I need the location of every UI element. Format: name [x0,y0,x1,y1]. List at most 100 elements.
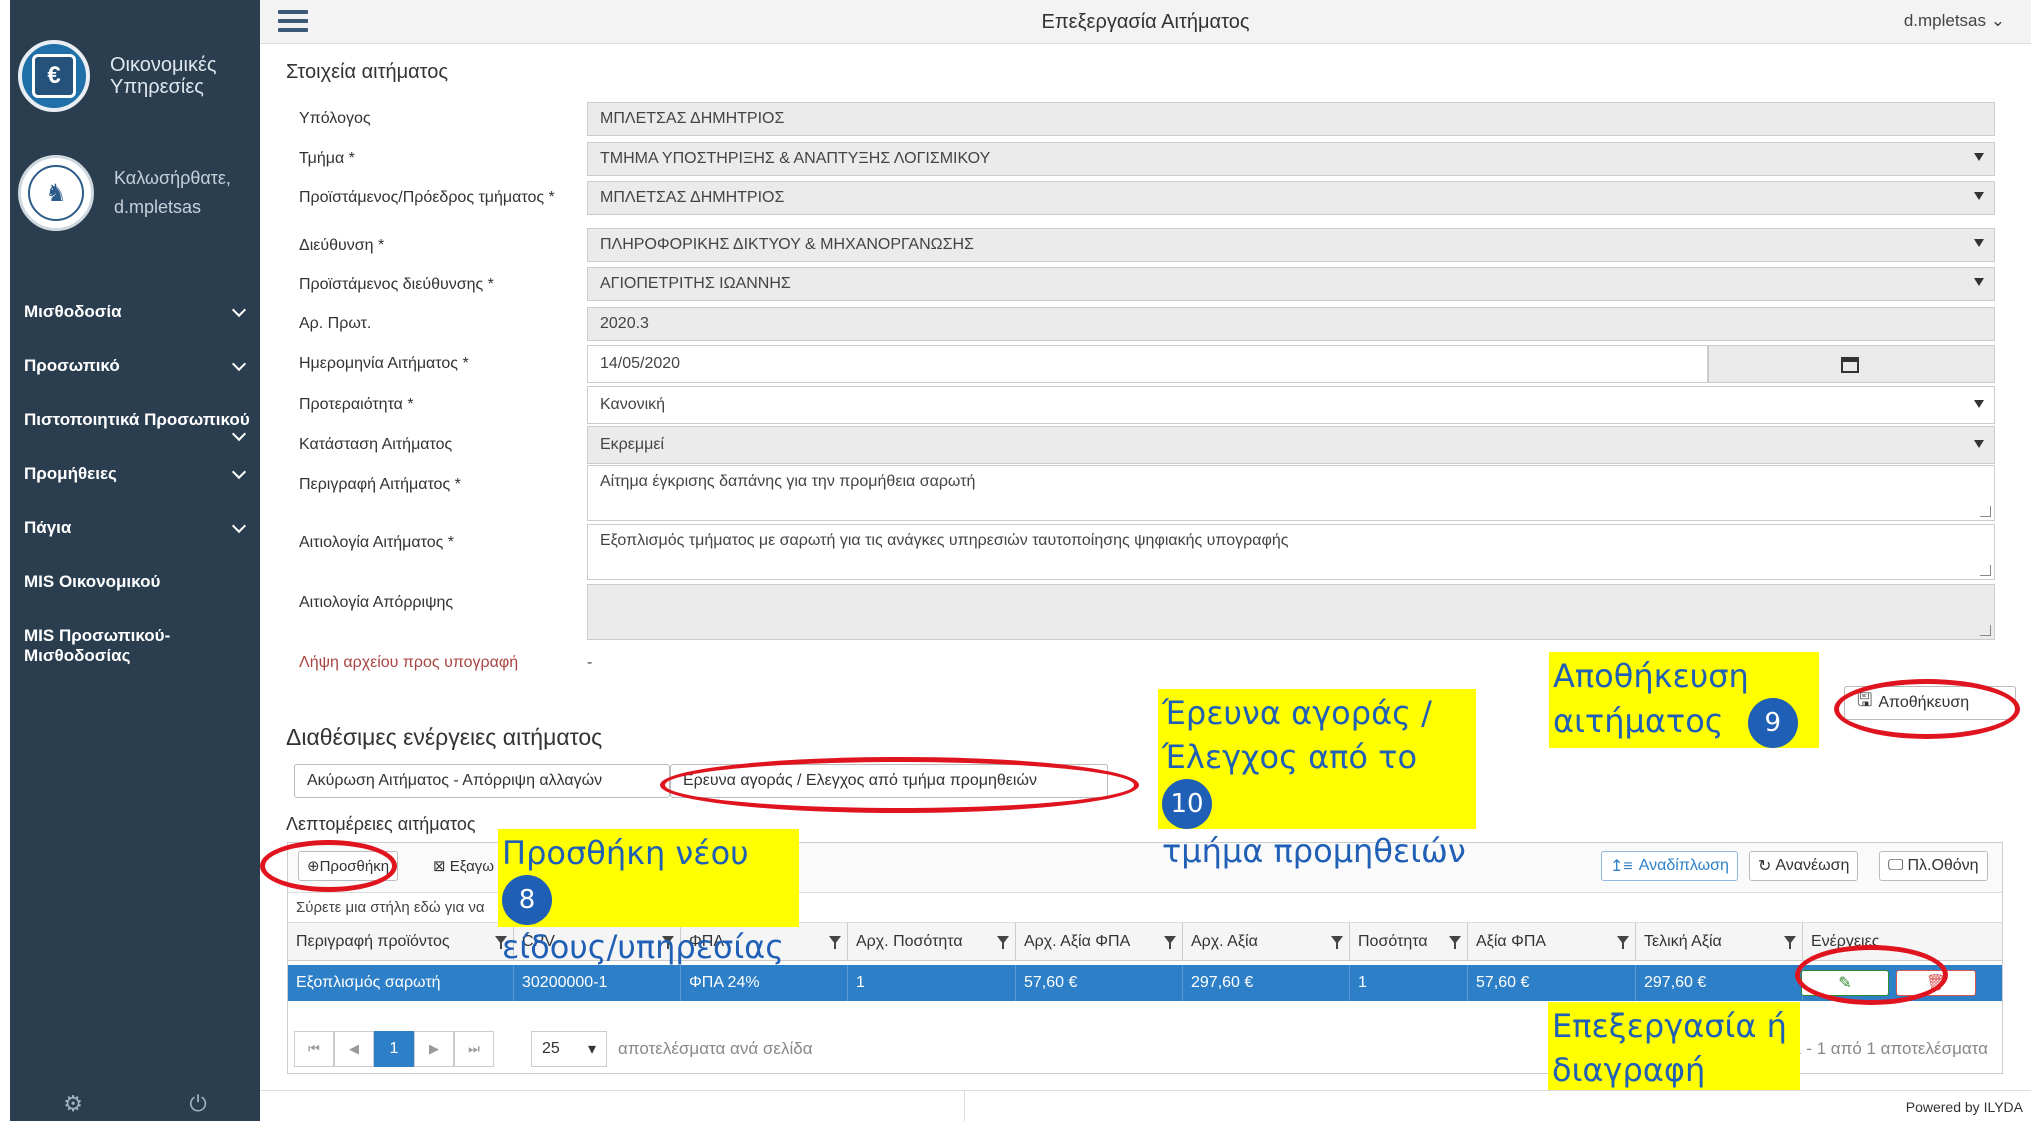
table-cell: 297,60 € [1636,965,1803,1001]
user-menu[interactable]: d.mpletsas ⌄ [1904,11,2005,31]
label-request-date: Ημερομηνία Αιτήματος * [299,355,469,372]
table-cell: 30200000-1 [514,965,681,1001]
column-header[interactable]: Αρχ. Αξία [1183,923,1350,961]
sidebar-item-label: Προσωπικό [24,356,120,375]
previous-page-button[interactable]: ◀ [334,1031,374,1067]
top-bar: Επεξεργασία Αιτήματος d.mpletsas ⌄ [260,0,2031,44]
chevron-down-icon [231,518,247,534]
label-protocol-number: Αρ. Πρωτ. [299,315,372,332]
sidebar-item-mis-financial[interactable]: MIS Οικονομικού [10,555,260,609]
chevron-down-icon [231,302,247,318]
column-header[interactable]: Περιγραφή προϊόντος [288,923,514,961]
table-row[interactable]: Εξοπλισμός σαρωτή 30200000-1 ΦΠΑ 24% 1 5… [288,965,2002,1001]
label-rejection-reason: Αιτιολογία Απόρριψης [299,594,454,611]
annotation-edit-delete: Επεξεργασία ή διαγραφή [1548,1002,1800,1098]
caret-down-icon [1974,239,1984,247]
sidebar-footer: ⚙ ⏻ [10,1087,260,1121]
label-directorate-head: Προϊστάμενος διεύθυνσης * [299,276,494,293]
excel-icon: ⊠ [433,858,450,875]
directorate-head-select[interactable]: ΑΓΙΟΠΕΤΡΙΤΗΣ ΙΩΑΝΝΗΣ [587,267,1995,301]
caret-down-icon [1974,192,1984,200]
head-of-department-select[interactable]: ΜΠΛΕΤΣΑΣ ΔΗΜΗΤΡΙΟΣ [587,181,1995,215]
label-request-justification: Αιτιολογία Αιτήματος * [299,534,455,551]
wrap-button[interactable]: ↥≡ Αναδίπλωση [1601,851,1738,881]
directorate-select[interactable]: ΠΛΗΡΟΦΟΡΙΚΗΣ ΔΙΚΤΥΟΥ & ΜΗΧΑΝΟΡΓΑΝΩΣΗΣ [587,228,1995,262]
column-header[interactable]: Τελική Αξία [1636,923,1803,961]
sidebar-nav: Μισθοδοσία Προσωπικό Πιστοποιητικά Προσω… [10,285,260,681]
sidebar-item-procurement[interactable]: Προμήθειες [10,447,260,501]
results-summary: 1 - 1 από 1 αποτελέσματα [1792,1039,1988,1058]
request-description-textarea[interactable]: Αίτημα έγκρισης δαπάνης για την προμήθει… [587,465,1995,521]
sidebar-item-personnel[interactable]: Προσωπικό [10,339,260,393]
column-header[interactable]: Αξία ΦΠΑ [1468,923,1636,961]
euro-laptop-icon: € [32,54,76,98]
highlight-circle-save [1834,679,2020,739]
sidebar-item-assets[interactable]: Πάγια [10,501,260,555]
filter-icon[interactable] [1449,936,1461,949]
column-header[interactable]: Ποσότητα [1350,923,1468,961]
column-header[interactable]: Αρχ. Αξία ΦΠΑ [1016,923,1183,961]
filter-icon[interactable] [1164,936,1176,949]
sidebar-item-label: MIS Προσωπικού-Μισθοδοσίας [24,626,171,665]
caret-down-icon [1974,400,1984,408]
request-status-select[interactable]: Εκρεμμεί [587,426,1995,464]
cancel-request-button[interactable]: Ακύρωση Αιτήματος - Απόρριψη αλλαγών [294,764,670,798]
download-file-link[interactable]: Λήψη αρχείου προς υπογραφή [299,654,569,672]
sidebar-item-mis-personnel[interactable]: MIS Προσωπικού-Μισθοδοσίας [10,609,200,681]
filter-icon[interactable] [1331,936,1343,949]
page-title: Επεξεργασία Αιτήματος [1041,11,1250,33]
label-request-status: Κατάσταση Αιτήματος [299,436,453,453]
brand-logo: € [18,40,90,112]
page-size-select[interactable]: 25 ▾ [531,1031,607,1067]
university-seal-logo: ♞ [18,155,94,231]
brand[interactable]: € Οικονομικές Υπηρεσίες [18,40,240,112]
request-justification-textarea[interactable]: Εξοπλισμός τμήματος με σαρωτή για τις αν… [587,524,1995,580]
sidebar-item-label: Πιστοποιητικά Προσωπικού [24,410,250,429]
brand-name: Οικονομικές Υπηρεσίες [110,54,217,98]
label-department: Τμήμα * [299,150,355,167]
sidebar-item-label: Μισθοδοσία [24,302,122,321]
chevron-down-icon [231,356,247,372]
refresh-icon: ↻ [1758,858,1772,875]
label-head: Προϊστάμενος/Πρόεδρος τμήματος * [299,189,555,206]
sidebar-item-certificates[interactable]: Πιστοποιητικά Προσωπικού [10,393,260,447]
section-title-request-details: Στοιχεία αιτήματος [286,61,449,83]
date-picker-button[interactable] [1708,345,1995,383]
current-page-button[interactable]: 1 [374,1031,414,1067]
highlight-circle-market-research [660,757,1139,813]
department-select[interactable]: ΤΜΗΜΑ ΥΠΟΣΤΗΡΙΞΗΣ & ΑΝΑΠΤΥΞΗΣ ΛΟΓΙΣΜΙΚΟΥ [587,142,1995,176]
sidebar-item-payroll[interactable]: Μισθοδοσία [10,285,260,339]
filter-icon[interactable] [1784,936,1796,949]
table-cell: 1 [1350,965,1468,1001]
annotation-save-request: Αποθήκευση αιτήματος 9 [1549,652,1819,748]
table-cell: 297,60 € [1183,965,1350,1001]
calendar-icon [1841,357,1859,373]
request-date-input[interactable]: 14/05/2020 [587,345,1708,383]
first-page-button[interactable]: ⏮ [294,1031,334,1067]
column-header[interactable]: Αρχ. Ποσότητα [848,923,1016,961]
table-cell: 1 [848,965,1016,1001]
fullscreen-button[interactable]: 🖵 Πλ.Οθόνη [1879,851,1988,881]
gear-icon[interactable]: ⚙ [63,1091,83,1117]
refresh-button[interactable]: ↻ Ανανέωση [1749,851,1859,881]
caret-down-icon [1974,278,1984,286]
power-icon[interactable]: ⏻ [189,1091,206,1117]
filter-icon[interactable] [997,936,1009,949]
ypologos-field: ΜΠΛΕΤΣΑΣ ΔΗΜΗΤΡΙΟΣ [587,102,1995,136]
caret-down-icon: ▾ [587,1041,596,1058]
last-page-button[interactable]: ⏭ [454,1031,494,1067]
table-cell: 57,60 € [1016,965,1183,1001]
user-welcome: ♞ Καλωσήρθατε, d.mpletsas [18,155,231,231]
table-cell: 57,60 € [1468,965,1636,1001]
per-page-label: αποτελέσματα ανά σελίδα [618,1039,813,1058]
caret-down-icon [1974,440,1984,448]
export-button[interactable]: ⊠ Εξαγω [433,857,494,875]
filter-icon[interactable] [1617,936,1629,949]
sidebar-item-label: Πάγια [24,518,72,537]
annotation-add-item: Προσθήκη νέου 8 είδους/υπηρεσίας [498,829,799,966]
table-cell: Εξοπλισμός σαρωτή [288,965,514,1001]
priority-select[interactable]: Κανονική [587,386,1995,424]
next-page-button[interactable]: ▶ [414,1031,454,1067]
download-file-value: - [587,654,593,671]
filter-icon[interactable] [829,936,841,949]
